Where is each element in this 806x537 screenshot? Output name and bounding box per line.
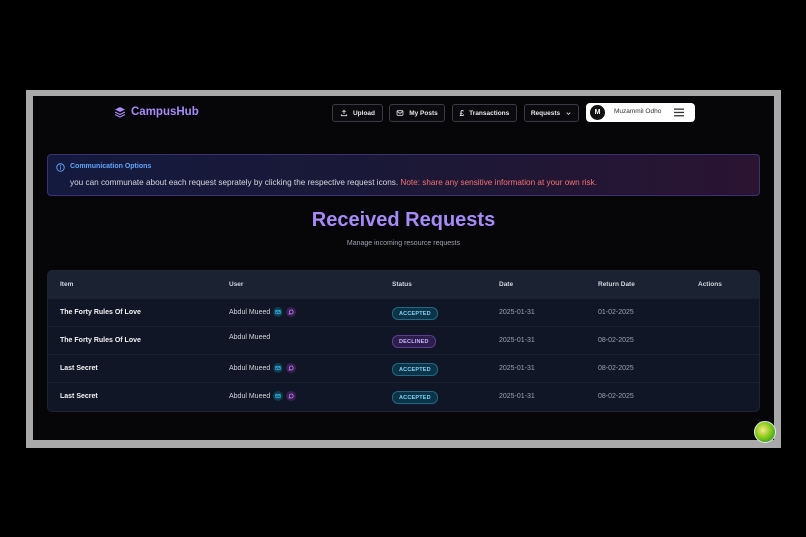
requests-dropdown[interactable]: Requests: [524, 104, 579, 122]
table-row: The Forty Rules Of Love Abdul Mueed ACCE…: [48, 298, 759, 326]
info-icon: [56, 163, 65, 172]
status-badge: ACCEPTED: [392, 391, 438, 404]
hamburger-menu-icon: [674, 108, 684, 117]
chat-user-button[interactable]: [286, 391, 297, 401]
row-date: 2025-01-31: [499, 309, 535, 316]
header-user: User: [229, 281, 244, 288]
layers-icon: [114, 107, 126, 118]
status-badge: ACCEPTED: [392, 363, 438, 376]
row-return-date: 01-02-2025: [598, 309, 634, 316]
app-name: CampusHub: [131, 106, 199, 118]
row-user: Abdul Mueed: [229, 363, 297, 373]
page-subtitle: Manage incoming resource requests: [346, 240, 461, 247]
row-item: The Forty Rules Of Love: [60, 309, 141, 316]
user-menu-button[interactable]: M Muzammil Odho: [586, 103, 695, 122]
row-item: Last Secret: [60, 365, 98, 372]
table-row: The Forty Rules Of Love Abdul Mueed DECL…: [48, 326, 759, 354]
row-user: Abdul Mueed: [229, 391, 297, 401]
transactions-label: Transactions: [469, 109, 510, 117]
email-user-button[interactable]: [273, 363, 284, 373]
pound-icon: £: [459, 108, 465, 118]
chat-user-button[interactable]: [286, 363, 297, 373]
row-date: 2025-01-31: [499, 365, 535, 372]
row-return-date: 08-02-2025: [598, 365, 634, 372]
header-item: Item: [60, 281, 74, 288]
email-user-button[interactable]: [273, 391, 284, 401]
chevron-down-icon: [566, 111, 571, 115]
app-screen: CampusHub Upload My Posts £ Transactions…: [33, 96, 774, 440]
requests-label: Requests: [530, 109, 561, 117]
page-title: Received Requests: [311, 209, 496, 231]
row-user-name: Abdul Mueed: [229, 364, 271, 372]
table-row: Last Secret Abdul Mueed ACCEPTED 2025-01…: [48, 382, 759, 410]
chat-bubble-icon: [288, 309, 294, 315]
row-user-name: Abdul Mueed: [229, 392, 271, 400]
header-status: Status: [392, 281, 412, 288]
row-date: 2025-01-31: [499, 393, 535, 400]
my-posts-label: My Posts: [409, 109, 438, 117]
table-row: Last Secret Abdul Mueed ACCEPTED 2025-01…: [48, 354, 759, 382]
my-posts-button[interactable]: My Posts: [389, 104, 445, 122]
alert-message: you can communate about each request sep…: [70, 178, 399, 187]
mail-icon: [275, 365, 281, 371]
alert-body: you can communate about each request sep…: [70, 178, 597, 187]
chat-bubble-icon: [288, 393, 294, 399]
floating-assistant-button[interactable]: [754, 421, 776, 443]
mail-icon: [396, 110, 404, 116]
header-actions: Actions: [698, 281, 722, 288]
header-date: Date: [499, 281, 514, 288]
app-logo[interactable]: CampusHub: [114, 106, 199, 118]
row-date: 2025-01-31: [499, 337, 535, 344]
mail-icon: [275, 393, 281, 399]
upload-button[interactable]: Upload: [332, 104, 383, 122]
chat-bubble-icon: [288, 365, 294, 371]
requests-table: Item User Status Date Return Date Action…: [47, 270, 760, 412]
row-return-date: 08-02-2025: [598, 393, 634, 400]
row-user: Abdul Mueed: [229, 307, 297, 317]
status-badge: ACCEPTED: [392, 307, 438, 320]
alert-note: Note: share any sensitive information at…: [400, 178, 598, 187]
chat-user-button[interactable]: [286, 307, 297, 317]
row-item: The Forty Rules Of Love: [60, 337, 141, 344]
header-return-date: Return Date: [598, 281, 635, 288]
communication-alert: Communication Options you can communate …: [47, 154, 760, 196]
row-item: Last Secret: [60, 393, 98, 400]
upload-icon: [340, 109, 348, 117]
email-user-button[interactable]: [273, 307, 284, 317]
status-badge: DECLINED: [392, 335, 436, 348]
mail-icon: [275, 309, 281, 315]
user-name: Muzammil Odho: [614, 108, 662, 115]
upload-label: Upload: [352, 109, 376, 117]
table-header: Item User Status Date Return Date Action…: [48, 271, 759, 298]
avatar: M: [590, 105, 605, 120]
alert-title: Communication Options: [70, 163, 152, 170]
row-return-date: 08-02-2025: [598, 337, 634, 344]
row-user-name: Abdul Mueed: [229, 334, 271, 341]
transactions-button[interactable]: £ Transactions: [452, 104, 517, 122]
row-user-name: Abdul Mueed: [229, 308, 271, 316]
row-user: Abdul Mueed: [229, 334, 270, 341]
